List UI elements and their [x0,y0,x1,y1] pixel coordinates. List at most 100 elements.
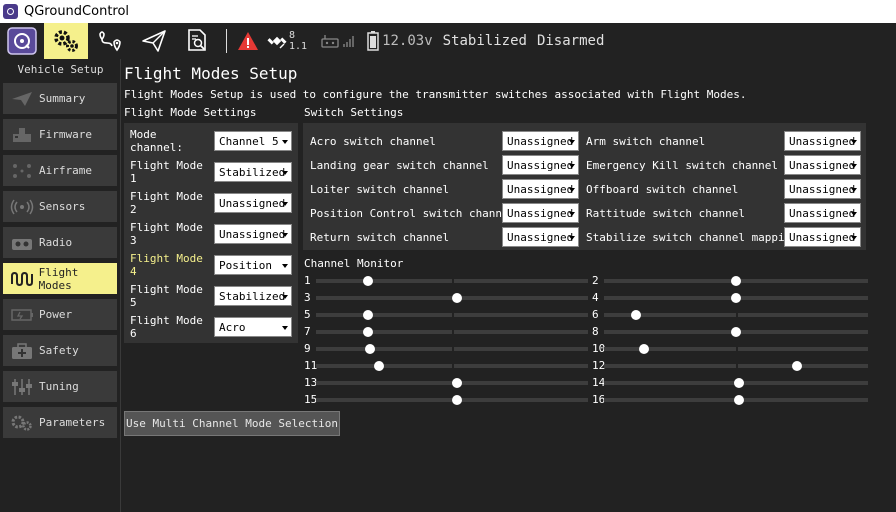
channel-6-indicator [630,310,641,320]
loiter-switch-combobox[interactable]: Unassigned [502,179,579,199]
qgc-logo-button[interactable] [0,23,44,59]
emergency-kill-switch-combobox[interactable]: Unassigned [784,155,861,175]
gps-hdop: 1.1 [289,41,308,52]
sidebar-item-parameters[interactable]: Parameters [3,407,117,438]
battery-voltage: 12.03v [382,33,433,49]
channel-4-label: 4 [592,291,599,304]
offboard-switch-combobox[interactable]: Unassigned [784,179,861,199]
sidebar-title: Vehicle Setup [17,63,104,76]
channel-14-indicator [733,378,744,388]
rattitude-switch-combobox[interactable]: Unassigned [784,203,861,223]
channel-10-indicator [638,344,649,354]
gears-icon [54,30,78,52]
channel-8-label: 8 [592,325,599,338]
channel-center-tick [452,347,454,351]
sidebar-item-sensors[interactable]: Sensors [3,191,117,222]
sidebar-item-firmware[interactable]: Firmware [3,119,117,150]
flight-mode-1-label: Flight Mode 1 [130,159,203,185]
vehicle-status-area: 8 1.1 12.03v Stabilized Disarmed [237,23,604,59]
sidebar-item-tuning[interactable]: Tuning [3,371,117,402]
flight-mode-4-combobox[interactable]: Position [214,255,292,275]
flight-mode-3-label: Flight Mode 3 [130,221,203,247]
battery-icon [367,31,379,51]
dropdown-arrow-icon [282,171,288,175]
vehicle-setup-sidebar: Vehicle Setup Summary Firmware Airframe … [0,59,121,512]
tuning-icon [7,376,37,398]
stabilize-switch-combobox[interactable]: Unassigned [784,227,861,247]
combobox-value: Unassigned [789,206,856,220]
window-titlebar: QGroundControl [0,0,896,23]
sidebar-item-flight-modes[interactable]: Flight Modes [3,263,117,294]
qgc-logo-icon [7,27,37,55]
sidebar-item-label: Sensors [39,200,86,213]
channel-9-indicator [365,344,376,354]
combobox-value: Unassigned [789,182,856,196]
rc-signal-bars-icon [343,36,355,47]
radio-icon [7,232,37,254]
channel-8-indicator [731,327,741,337]
position-control-switch-combobox[interactable]: Unassigned [502,203,579,223]
channel-6-label: 6 [592,308,599,321]
acro-switch-combobox[interactable]: Unassigned [502,131,579,151]
combobox-value: Unassigned [507,182,574,196]
flight-mode-2-combobox[interactable]: Unassigned [214,193,292,213]
channel-2-label: 2 [592,274,599,287]
gps-satellite-count: 8 [289,30,296,41]
paper-plane-icon [7,88,37,110]
flight-mode-3-combobox[interactable]: Unassigned [214,224,292,244]
battery-indicator[interactable]: 12.03v [367,31,433,51]
airframe-icon [7,160,37,182]
multi-channel-mode-button[interactable]: Use Multi Channel Mode Selection [124,411,340,436]
flight-mode-5-combobox[interactable]: Stabilized [214,286,292,306]
combobox-value: Unassigned [789,134,856,148]
arm-switch-label: Arm switch channel [586,135,706,148]
plan-view-button[interactable] [88,23,132,59]
sidebar-item-radio[interactable]: Radio [3,227,117,258]
channel-3-label: 3 [304,291,311,304]
gps-indicator[interactable]: 8 1.1 [267,30,307,52]
mode-channel-label: Mode channel: [130,128,183,154]
switch-settings-heading: Switch Settings [304,106,404,119]
flight-mode-6-label: Flight Mode 6 [130,314,203,340]
analyze-document-icon [188,29,206,51]
main-toolbar: 8 1.1 12.03v Stabilized Disarmed [0,23,896,59]
arm-switch-combobox[interactable]: Unassigned [784,131,861,151]
flight-mode-6-combobox[interactable]: Acro [214,317,292,337]
sidebar-item-safety[interactable]: Safety [3,335,117,366]
page-title: Flight Modes Setup [124,64,298,83]
combobox-value: Unassigned [507,206,574,220]
waypoint-route-icon [99,31,121,52]
flight-mode-5-row: Flight Mode 5 Stabilized [130,283,292,309]
dropdown-arrow-icon [282,233,288,237]
satellite-icon [267,36,287,49]
channel-15-indicator [452,395,463,405]
dropdown-arrow-icon [851,212,857,216]
flight-mode-1-combobox[interactable]: Stabilized [214,162,292,182]
sidebar-item-power[interactable]: Power [3,299,117,330]
dropdown-arrow-icon [851,164,857,168]
sidebar-item-airframe[interactable]: Airframe [3,155,117,186]
vehicle-setup-button[interactable] [44,23,88,59]
flight-mode-indicator[interactable]: Stabilized [443,33,527,49]
combobox-value: Stabilized [219,165,286,179]
dropdown-arrow-icon [851,236,857,240]
rc-transmitter-icon[interactable] [321,34,339,48]
flight-mode-6-row: Flight Mode 6 Acro [130,314,292,340]
fly-view-button[interactable] [132,23,176,59]
flight-mode-settings-panel: Mode channel: Channel 5 Flight Mode 1 St… [124,123,298,343]
analyze-view-button[interactable] [176,23,220,59]
sidebar-item-label: Parameters [39,416,106,429]
combobox-value: Unassigned [219,196,286,210]
landing-gear-switch-combobox[interactable]: Unassigned [502,155,579,175]
sidebar-item-summary[interactable]: Summary [3,83,117,114]
dropdown-arrow-icon [282,140,288,144]
arm-state-indicator[interactable]: Disarmed [537,33,604,49]
warning-triangle-icon[interactable] [237,31,259,51]
dropdown-arrow-icon [569,164,575,168]
combobox-value: Channel 5 [219,134,279,148]
combobox-value: Unassigned [789,158,856,172]
return-switch-combobox[interactable]: Unassigned [502,227,579,247]
channel-7-label: 7 [304,325,311,338]
sidebar-item-label: Tuning [39,380,79,393]
mode-channel-combobox[interactable]: Channel 5 [214,131,292,151]
